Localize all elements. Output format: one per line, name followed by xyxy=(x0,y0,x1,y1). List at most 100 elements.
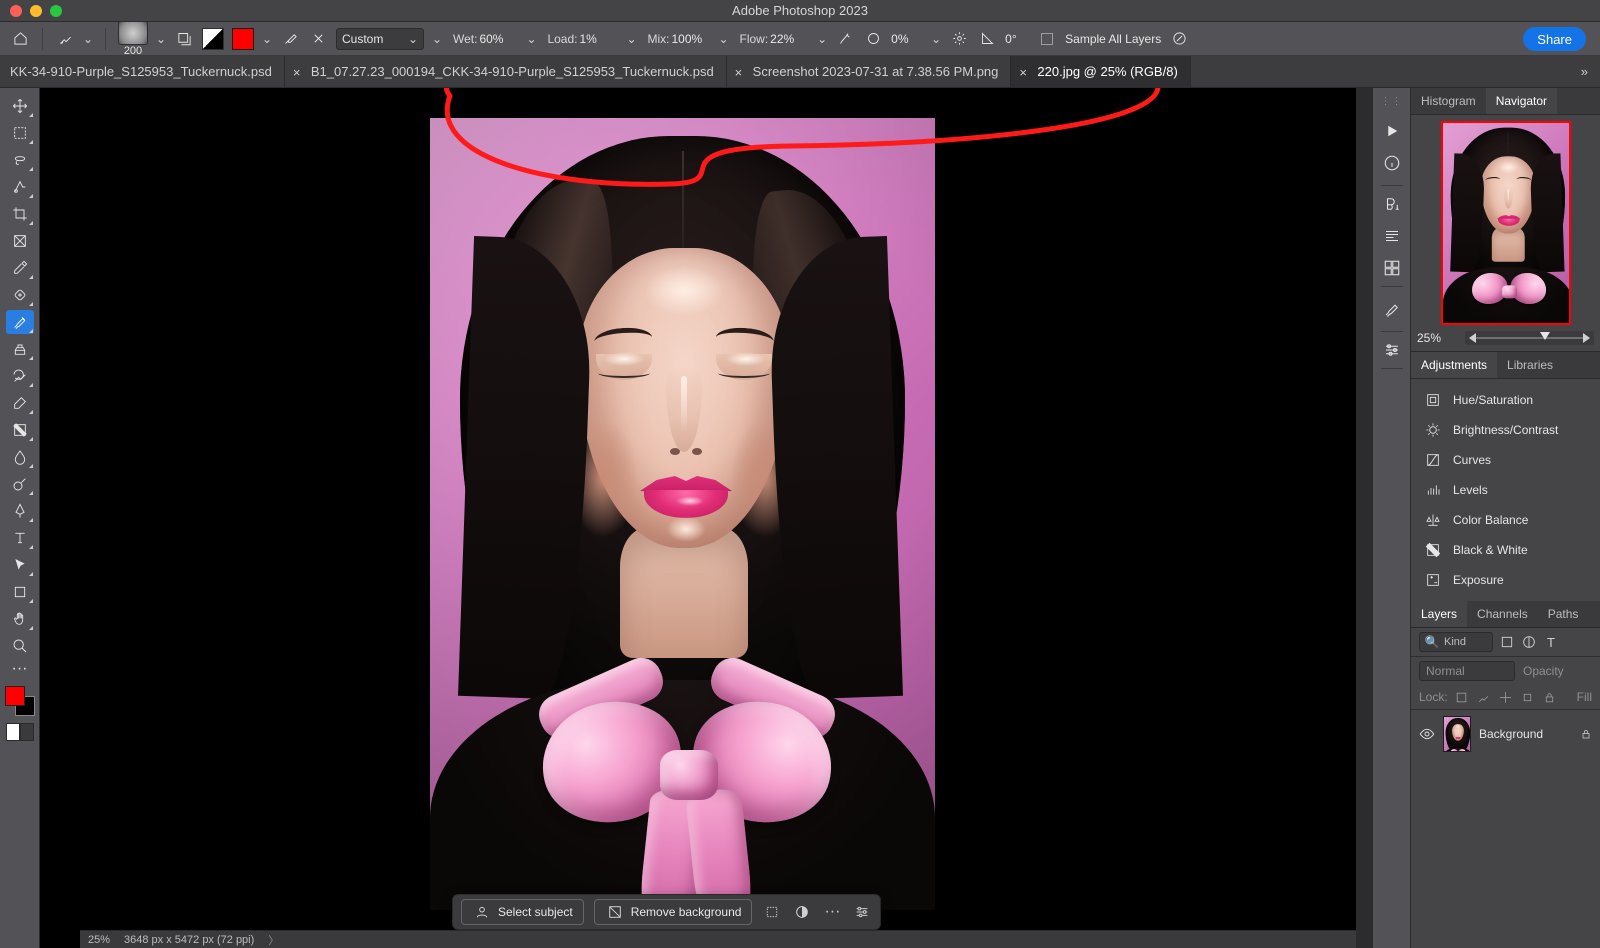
eraser-tool[interactable] xyxy=(6,391,34,415)
close-icon[interactable]: × xyxy=(293,65,305,77)
clean-brush-button[interactable] xyxy=(308,29,328,49)
blend-mode-select[interactable]: Normal xyxy=(1419,661,1515,681)
smoothing-icon[interactable] xyxy=(863,29,883,49)
document-tab[interactable]: KK-34-910-Purple_S125953_Tuckernuck.psd xyxy=(0,56,285,88)
blur-tool[interactable] xyxy=(6,445,34,469)
chevron-down-icon[interactable]: ⌄ xyxy=(262,32,272,46)
tab-channels[interactable]: Channels xyxy=(1467,601,1538,627)
mix-field[interactable]: Mix: xyxy=(644,31,710,47)
frame-tool[interactable] xyxy=(6,229,34,253)
more-icon[interactable]: ··· xyxy=(822,902,842,922)
flow-field[interactable]: Flow: xyxy=(736,31,809,47)
adj-color-balance[interactable]: Color Balance xyxy=(1411,505,1600,535)
chevron-down-icon[interactable]: ⌄ xyxy=(817,32,827,46)
document-tab[interactable]: × Screenshot 2023-07-31 at 7.38.56 PM.pn… xyxy=(727,56,1012,88)
marquee-tool[interactable] xyxy=(6,121,34,145)
canvas-area[interactable]: Select subject Remove background ··· 25%… xyxy=(40,88,1356,948)
brushes-panel-icon[interactable] xyxy=(1381,299,1403,319)
adj-hue-saturation[interactable]: Hue/Saturation xyxy=(1411,385,1600,415)
properties-panel-icon[interactable] xyxy=(1381,340,1403,360)
zoom-in-icon[interactable] xyxy=(1583,333,1590,343)
lock-position-icon[interactable] xyxy=(1498,689,1514,705)
filter-pixel-icon[interactable] xyxy=(1499,634,1515,650)
tablet-pressure-icon[interactable] xyxy=(1169,29,1189,49)
remove-background-button[interactable]: Remove background xyxy=(594,899,753,925)
dodge-tool[interactable] xyxy=(6,472,34,496)
document-tab[interactable]: × B1_07.27.23_000194_CKK-34-910-Purple_S… xyxy=(285,56,727,88)
layer-name[interactable]: Background xyxy=(1479,727,1572,741)
edit-toolbar-button[interactable]: ··· xyxy=(6,661,34,677)
airbrush-toggle[interactable] xyxy=(835,29,855,49)
flow-input[interactable] xyxy=(770,32,806,46)
info-icon[interactable] xyxy=(1381,153,1403,173)
lasso-tool[interactable] xyxy=(6,148,34,172)
navigator-thumbnail[interactable] xyxy=(1441,121,1571,325)
filter-adjust-icon[interactable] xyxy=(1521,634,1537,650)
tab-paths[interactable]: Paths xyxy=(1538,601,1589,627)
tab-layers[interactable]: Layers xyxy=(1411,601,1467,627)
adj-curves[interactable]: Curves xyxy=(1411,445,1600,475)
quick-select-tool[interactable] xyxy=(6,175,34,199)
properties-icon[interactable] xyxy=(852,902,872,922)
close-icon[interactable]: × xyxy=(735,65,747,77)
lock-artboard-icon[interactable] xyxy=(1520,689,1536,705)
pen-tool[interactable] xyxy=(6,499,34,523)
tab-libraries[interactable]: Libraries xyxy=(1497,352,1563,378)
wet-field[interactable]: Wet: xyxy=(450,31,518,47)
wet-input[interactable] xyxy=(479,32,515,46)
smoothing-input[interactable] xyxy=(891,32,923,46)
crop-tool[interactable] xyxy=(6,202,34,226)
current-color-swatch[interactable] xyxy=(232,28,254,50)
brush-settings-button[interactable] xyxy=(174,29,194,49)
contextual-task-bar[interactable]: Select subject Remove background ··· xyxy=(452,894,881,930)
zoom-tool[interactable] xyxy=(6,634,34,658)
adj-black-white[interactable]: Black & White xyxy=(1411,535,1600,565)
canvas-scrollbar[interactable] xyxy=(1356,88,1372,948)
brush-preview[interactable] xyxy=(118,21,148,45)
load-brush-button[interactable] xyxy=(280,29,300,49)
clone-stamp-tool[interactable] xyxy=(6,337,34,361)
swatches-panel-icon[interactable] xyxy=(1381,258,1403,278)
load-input[interactable] xyxy=(579,32,615,46)
filter-type-icon[interactable]: T xyxy=(1543,634,1559,650)
quick-mask-toggle[interactable] xyxy=(6,723,34,741)
move-tool[interactable] xyxy=(6,94,34,118)
zoom-slider-handle[interactable] xyxy=(1540,332,1550,340)
layer-row[interactable]: Background xyxy=(1411,710,1600,758)
adj-exposure[interactable]: Exposure xyxy=(1411,565,1600,595)
document-canvas[interactable] xyxy=(430,118,935,910)
type-tool[interactable] xyxy=(6,526,34,550)
transform-icon[interactable] xyxy=(762,902,782,922)
chevron-down-icon[interactable]: ⌄ xyxy=(626,32,636,46)
navigator-zoom-value[interactable]: 25% xyxy=(1417,331,1459,345)
mask-icon[interactable] xyxy=(792,902,812,922)
load-field[interactable]: Load: xyxy=(544,31,618,47)
healing-tool[interactable] xyxy=(6,283,34,307)
tool-preset-picker[interactable] xyxy=(55,29,75,49)
layer-visibility-icon[interactable] xyxy=(1419,726,1435,742)
color-picker[interactable] xyxy=(5,686,35,716)
play-actions-icon[interactable] xyxy=(1381,121,1403,141)
lock-pixels-icon[interactable] xyxy=(1476,689,1492,705)
document-tab[interactable]: × 220.jpg @ 25% (RGB/8) xyxy=(1011,56,1190,88)
zoom-out-icon[interactable] xyxy=(1469,333,1476,343)
settings-gear-icon[interactable] xyxy=(949,29,969,49)
dock-grip[interactable]: ⋮⋮ xyxy=(1381,96,1403,107)
chevron-down-icon[interactable]: ⌄ xyxy=(432,32,442,46)
share-button[interactable]: Share xyxy=(1523,27,1586,51)
chevron-down-icon[interactable]: ⌄ xyxy=(718,32,728,46)
home-button[interactable] xyxy=(10,29,30,49)
lock-transparent-icon[interactable] xyxy=(1454,689,1470,705)
chevron-down-icon[interactable]: ⌄ xyxy=(931,32,941,46)
navigator-zoom-slider[interactable] xyxy=(1465,331,1594,345)
sample-all-checkbox[interactable] xyxy=(1041,33,1053,45)
shape-tool[interactable] xyxy=(6,580,34,604)
lock-all-icon[interactable] xyxy=(1542,689,1558,705)
chevron-down-icon[interactable]: ⌄ xyxy=(156,32,166,46)
hand-tool[interactable] xyxy=(6,607,34,631)
layer-kind-filter[interactable]: 🔍 Kind xyxy=(1419,632,1493,652)
lock-icon[interactable] xyxy=(1580,727,1592,741)
brush-angle-icon[interactable] xyxy=(977,29,997,49)
status-zoom[interactable]: 25% xyxy=(88,934,110,946)
chevron-down-icon[interactable]: ⌄ xyxy=(83,32,93,46)
